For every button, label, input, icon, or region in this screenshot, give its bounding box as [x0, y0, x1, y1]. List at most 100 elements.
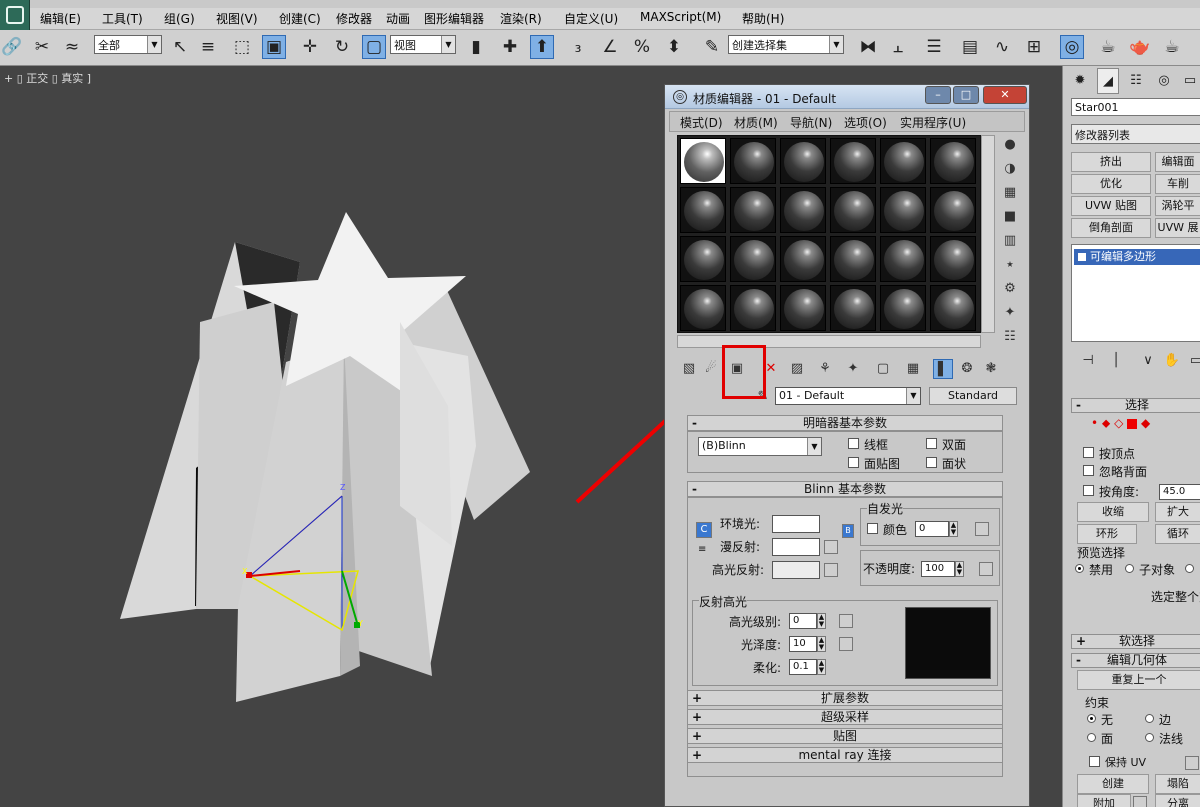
- edit-mesh-button[interactable]: 编辑面: [1155, 152, 1200, 172]
- specular-color-swatch[interactable]: [772, 561, 820, 579]
- me-menu-modes[interactable]: 模式(D): [680, 114, 723, 131]
- extended-params-rollout[interactable]: + 扩展参数: [687, 690, 1003, 706]
- layer-manager-icon[interactable]: ☰: [922, 35, 946, 59]
- move-icon[interactable]: ✛: [298, 35, 322, 59]
- diffuse-map-button[interactable]: [824, 540, 838, 554]
- self-illum-map-button[interactable]: [975, 522, 989, 536]
- diffuse-color-swatch[interactable]: [772, 538, 820, 556]
- bind-spacewarp-icon[interactable]: ≈: [60, 35, 84, 59]
- face-map-checkbox[interactable]: [848, 457, 859, 468]
- snaps-toggle-icon[interactable]: ₃: [566, 35, 590, 59]
- glossiness-spinner[interactable]: 10 ▲ ▼: [789, 636, 826, 652]
- material-editor-titlebar[interactable]: ◎ 材质编辑器 - 01 - Default – □ ✕: [665, 85, 1029, 109]
- me-menu-utilities[interactable]: 实用程序(U): [900, 114, 966, 131]
- make-unique-icon[interactable]: ⚘: [815, 359, 835, 379]
- selection-rollout[interactable]: - 选择: [1071, 398, 1200, 413]
- make-unique-stack-icon[interactable]: ∨: [1137, 348, 1159, 374]
- go-to-parent-icon[interactable]: ❂: [957, 359, 977, 379]
- align-icon[interactable]: ⫠: [886, 35, 910, 59]
- edit-geometry-rollout[interactable]: - 编辑几何体: [1071, 653, 1200, 668]
- shader-basic-params-rollout[interactable]: - 明暗器基本参数: [687, 415, 1003, 431]
- render-icon[interactable]: ☕: [1160, 35, 1184, 59]
- subobject-level-icons[interactable]: • ⬥ ◇ ◆: [1091, 416, 1150, 431]
- menu-group[interactable]: 组(G): [164, 10, 195, 27]
- preserve-uv-checkbox[interactable]: [1089, 756, 1100, 767]
- soft-selection-rollout[interactable]: + 软选择: [1071, 634, 1200, 649]
- close-button[interactable]: ✕: [983, 86, 1027, 104]
- material-navigator-icon[interactable]: ☷: [1000, 327, 1020, 347]
- background-icon[interactable]: ▦: [1000, 183, 1020, 203]
- constraint-none-radio[interactable]: [1087, 714, 1096, 723]
- get-material-icon[interactable]: ▧: [679, 359, 699, 379]
- options-icon[interactable]: ⚙: [1000, 279, 1020, 299]
- material-sample-slot[interactable]: [730, 285, 776, 331]
- edit-named-selection-icon[interactable]: ✎: [700, 35, 724, 59]
- optimize-button[interactable]: 优化: [1071, 174, 1151, 194]
- lock-link-icon[interactable]: ≡: [698, 544, 706, 555]
- app-logo[interactable]: [0, 0, 30, 32]
- ribbon-icon[interactable]: ▤: [958, 35, 982, 59]
- attach-list-button[interactable]: [1133, 796, 1147, 807]
- material-sample-slot[interactable]: [930, 236, 976, 282]
- material-sample-slot[interactable]: [930, 187, 976, 233]
- two-sided-checkbox[interactable]: [926, 438, 937, 449]
- sample-type-icon[interactable]: ●: [1000, 135, 1020, 155]
- put-to-library-icon[interactable]: ✦: [843, 359, 863, 379]
- show-map-icon[interactable]: ▦: [903, 359, 923, 379]
- modifier-stack[interactable]: 可编辑多边形: [1071, 244, 1200, 342]
- material-editor-icon[interactable]: ◎: [1060, 35, 1084, 59]
- select-manipulate-icon[interactable]: ✚: [498, 35, 522, 59]
- select-by-name-icon[interactable]: ≡: [196, 35, 220, 59]
- repeat-last-button[interactable]: 重复上一个: [1077, 670, 1200, 690]
- modify-tab-icon[interactable]: ◢: [1097, 68, 1119, 94]
- glossiness-map-button[interactable]: [839, 637, 853, 651]
- make-copy-icon[interactable]: ▨: [787, 359, 807, 379]
- shrink-button[interactable]: 收缩: [1077, 502, 1149, 522]
- material-sample-slot[interactable]: [680, 285, 726, 331]
- me-menu-navigation[interactable]: 导航(N): [790, 114, 832, 131]
- ring-button[interactable]: 环形: [1077, 524, 1137, 544]
- material-sample-slot[interactable]: [680, 236, 726, 282]
- menu-customize[interactable]: 自定义(U): [564, 10, 618, 27]
- self-illum-color-checkbox[interactable]: [867, 523, 878, 534]
- show-end-result-stack-icon[interactable]: │: [1105, 348, 1127, 374]
- material-sample-slot[interactable]: [780, 236, 826, 282]
- bevel-profile-button[interactable]: 倒角剖面: [1071, 218, 1151, 238]
- menu-create[interactable]: 创建(C): [279, 10, 321, 27]
- render-setup-icon[interactable]: ☕: [1096, 35, 1120, 59]
- lock-diffuse-specular-button[interactable]: B: [842, 524, 854, 538]
- material-sample-slot[interactable]: [780, 187, 826, 233]
- backlight-icon[interactable]: ◑: [1000, 159, 1020, 179]
- create-tab-icon[interactable]: ✹: [1069, 68, 1091, 94]
- show-end-result-icon[interactable]: ▌: [933, 359, 953, 379]
- detach-button[interactable]: 分离: [1155, 794, 1200, 807]
- specular-level-map-button[interactable]: [839, 614, 853, 628]
- rect-selection-icon[interactable]: ⬚: [230, 35, 254, 59]
- constraint-edge-radio[interactable]: [1145, 714, 1154, 723]
- mirror-icon[interactable]: ⧓: [856, 35, 880, 59]
- constraint-face-radio[interactable]: [1087, 733, 1096, 742]
- named-selection-select[interactable]: 创建选择集 ▼: [728, 35, 844, 54]
- menu-modifiers[interactable]: 修改器: [336, 10, 372, 27]
- material-sample-slot[interactable]: [830, 187, 876, 233]
- preview-multi-radio[interactable]: [1185, 564, 1194, 573]
- extrude-button[interactable]: 挤出: [1071, 152, 1151, 172]
- me-menu-material[interactable]: 材质(M): [734, 114, 778, 131]
- material-type-button[interactable]: Standard: [929, 387, 1017, 405]
- select-by-material-icon[interactable]: ✦: [1000, 303, 1020, 323]
- me-menu-options[interactable]: 选项(O): [844, 114, 887, 131]
- object-name-field[interactable]: Star001: [1071, 98, 1200, 116]
- lock-ambient-diffuse-button[interactable]: C: [696, 522, 712, 538]
- material-sample-slot[interactable]: [880, 138, 926, 184]
- menu-graph-editors[interactable]: 图形编辑器: [424, 10, 484, 27]
- mental-ray-rollout[interactable]: + mental ray 连接: [687, 747, 1003, 763]
- opacity-spinner[interactable]: 100 ▲ ▼: [921, 561, 964, 577]
- spinner-snap-icon[interactable]: ⬍: [662, 35, 686, 59]
- material-id-icon[interactable]: ▢: [873, 359, 893, 379]
- material-sample-slot[interactable]: [830, 236, 876, 282]
- curve-editor-icon[interactable]: ∿: [990, 35, 1014, 59]
- shader-select[interactable]: (B)Blinn ▼: [698, 437, 822, 456]
- menu-maxscript[interactable]: MAXScript(M): [640, 10, 721, 24]
- material-sample-slot[interactable]: [880, 285, 926, 331]
- unlink-icon[interactable]: ✂: [30, 35, 54, 59]
